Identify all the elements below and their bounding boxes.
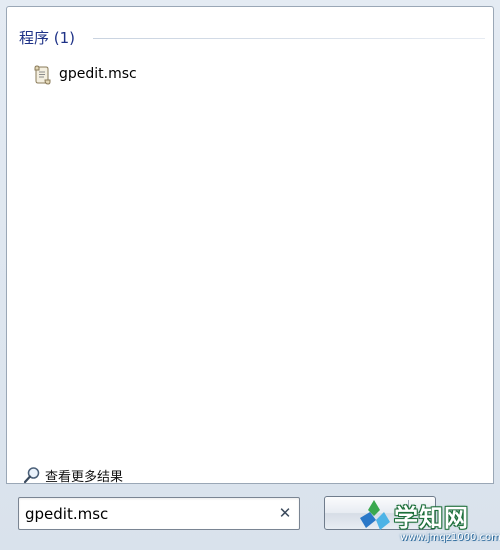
shutdown-button[interactable]: [324, 496, 436, 530]
shutdown-divider: [408, 500, 409, 526]
result-item-label: gpedit.msc: [59, 66, 137, 82]
section-divider: [93, 38, 485, 39]
clear-search-icon[interactable]: ✕: [277, 505, 293, 521]
section-header-programs: 程序 (1): [19, 27, 485, 49]
watermark-url: www.jmqz1000.com: [400, 532, 500, 543]
see-more-results-label: 查看更多结果: [45, 470, 124, 485]
section-title: 程序 (1): [19, 29, 76, 47]
script-file-icon: [33, 65, 51, 85]
search-input[interactable]: [25, 502, 273, 526]
search-icon: [23, 466, 41, 484]
start-menu-search-pane: 程序 (1) gpedit.msc 查看更多结果 gpedit.msc ✕ 学知…: [0, 0, 500, 550]
search-results-panel: 程序 (1) gpedit.msc 查看更多结果: [6, 6, 494, 485]
search-box[interactable]: ✕: [18, 497, 300, 530]
result-item-gpedit[interactable]: gpedit.msc: [29, 63, 169, 87]
